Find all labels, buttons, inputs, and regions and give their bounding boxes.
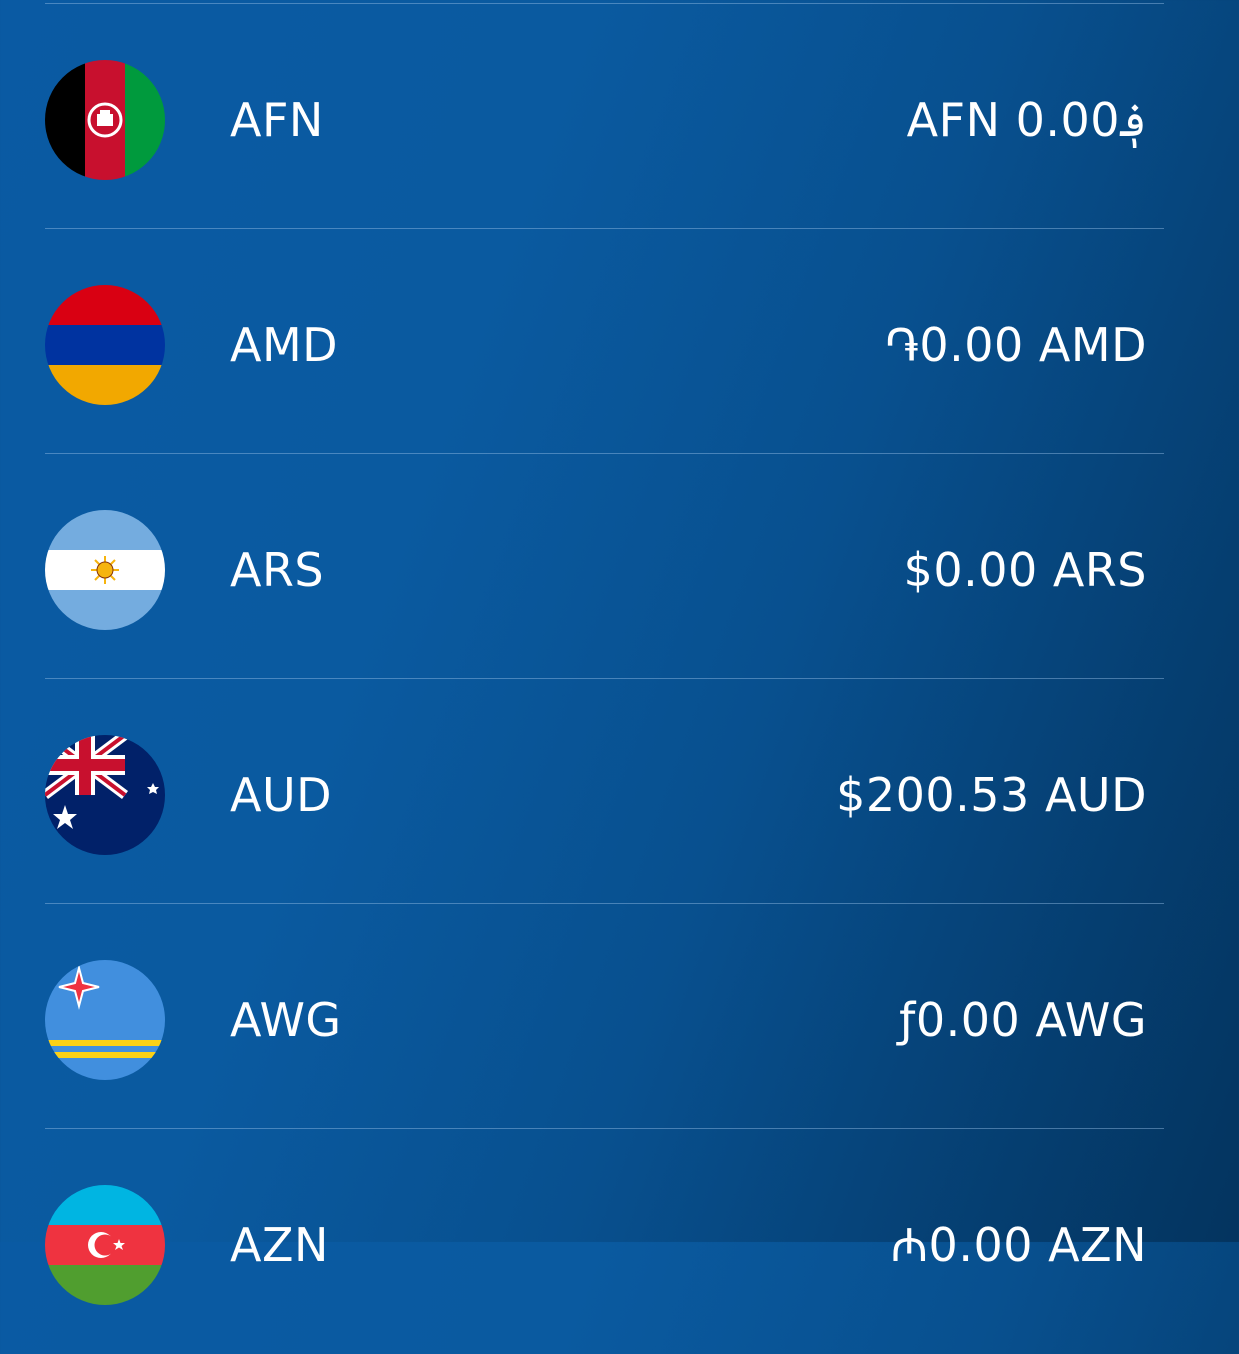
aruba-flag-icon [45,960,165,1080]
argentina-flag-icon [45,510,165,630]
currency-row-amd[interactable]: AMD ֏0.00 AMD [0,229,1239,454]
currency-row-ars[interactable]: ARS $0.00 ARS [0,454,1239,679]
currency-balance: ₼0.00 AZN [890,1218,1147,1272]
currency-balance: AFN 0.00؋ [906,93,1147,147]
azerbaijan-flag-icon [45,1185,165,1305]
australia-flag-icon [45,735,165,855]
currency-balance: ƒ0.00 AWG [899,993,1147,1047]
currency-code: AZN [230,1218,329,1272]
currency-code: AWG [230,993,342,1047]
armenia-flag-icon [45,285,165,405]
currency-row-awg[interactable]: AWG ƒ0.00 AWG [0,904,1239,1129]
currency-code: AMD [230,318,339,372]
currency-row-afn[interactable]: AFN AFN 0.00؋ [0,4,1239,229]
currency-code: AUD [230,768,333,822]
currency-row-aud[interactable]: AUD $200.53 AUD [0,679,1239,904]
currency-balance: ֏0.00 AMD [885,318,1147,372]
currency-code: AFN [230,93,324,147]
afghanistan-flag-icon [45,60,165,180]
currency-balance: $0.00 ARS [903,543,1147,597]
currency-balance: $200.53 AUD [836,768,1147,822]
currency-code: ARS [230,543,325,597]
